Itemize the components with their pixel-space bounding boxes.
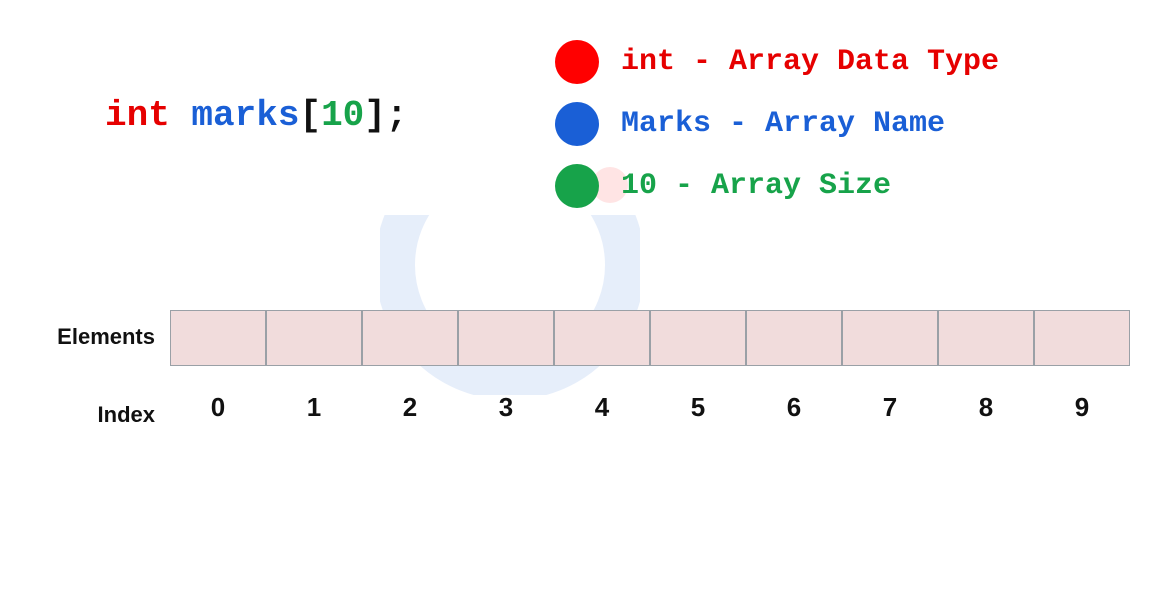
array-index: 5 <box>650 392 746 423</box>
keyword-int: int <box>105 95 170 136</box>
legend-dot-blue <box>555 102 599 146</box>
array-index: 1 <box>266 392 362 423</box>
array-index: 6 <box>746 392 842 423</box>
array-cell <box>458 310 554 366</box>
legend-text-datatype: int - Array Data Type <box>621 45 999 79</box>
index-label: Index <box>75 402 155 428</box>
semicolon: ; <box>386 95 408 136</box>
open-bracket: [ <box>299 95 321 136</box>
array-size: 10 <box>321 95 364 136</box>
array-name: marks <box>191 95 299 136</box>
array-index: 7 <box>842 392 938 423</box>
array-cell <box>1034 310 1130 366</box>
legend-item-datatype: int - Array Data Type <box>555 40 999 84</box>
legend-dot-green <box>555 164 599 208</box>
close-bracket: ] <box>364 95 386 136</box>
elements-label: Elements <box>50 324 155 350</box>
legend-item-name: Marks - Array Name <box>555 102 999 146</box>
array-cells-row <box>170 310 1130 366</box>
array-index: 2 <box>362 392 458 423</box>
legend-text-size: 10 - Array Size <box>621 169 891 203</box>
array-cell <box>362 310 458 366</box>
legend-item-size: 10 - Array Size <box>555 164 999 208</box>
array-cell <box>842 310 938 366</box>
legend: int - Array Data Type Marks - Array Name… <box>555 40 999 208</box>
array-cell <box>170 310 266 366</box>
array-declaration: int marks[10]; <box>105 95 408 136</box>
array-index: 0 <box>170 392 266 423</box>
array-index: 9 <box>1034 392 1130 423</box>
array-cell <box>650 310 746 366</box>
legend-dot-red <box>555 40 599 84</box>
array-index: 4 <box>554 392 650 423</box>
array-cell <box>554 310 650 366</box>
array-index: 3 <box>458 392 554 423</box>
array-cell <box>266 310 362 366</box>
legend-text-name: Marks - Array Name <box>621 107 945 141</box>
array-cell <box>938 310 1034 366</box>
array-indices-row: 0 1 2 3 4 5 6 7 8 9 <box>170 392 1130 423</box>
array-index: 8 <box>938 392 1034 423</box>
array-cell <box>746 310 842 366</box>
